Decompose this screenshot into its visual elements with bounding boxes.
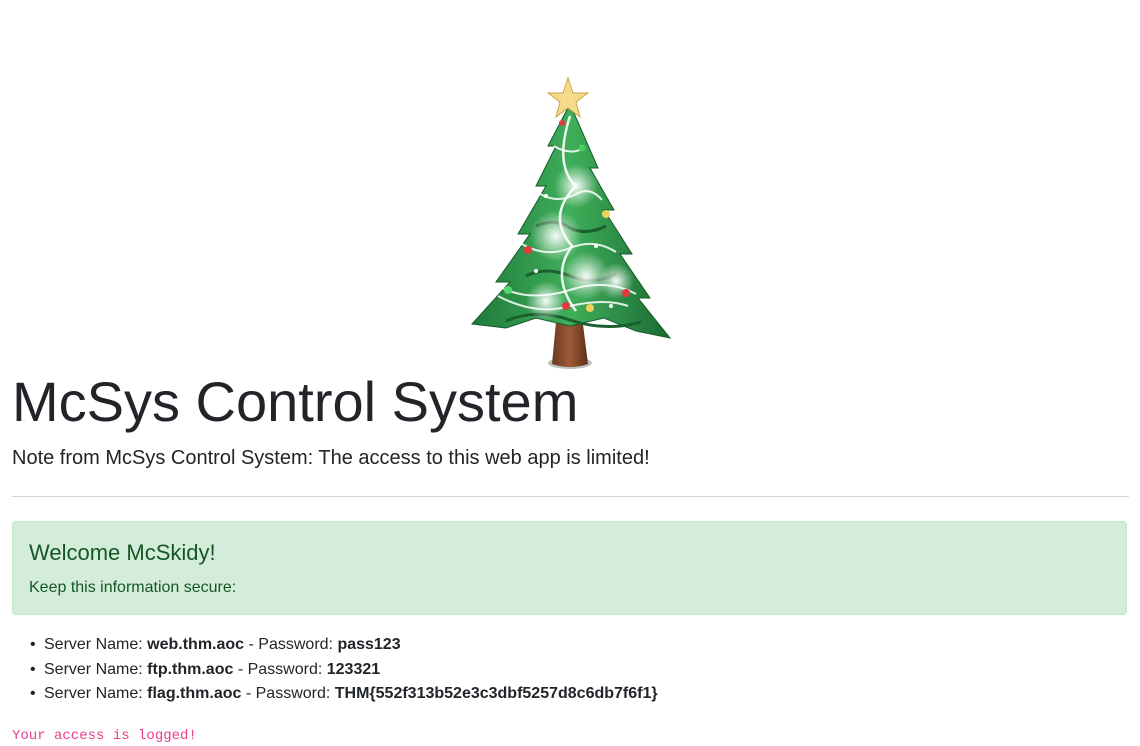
page-title: McSys Control System <box>12 370 579 433</box>
alert-text: Keep this information secure: <box>29 579 237 596</box>
server-name-label: Server Name: <box>44 685 143 702</box>
access-note: Note from McSys Control System: The acce… <box>12 447 650 469</box>
password-label: - Password: <box>248 636 333 653</box>
access-log-notice: Your access is logged! <box>12 728 197 744</box>
server-name-label: Server Name: <box>44 636 143 653</box>
server-name: ftp.thm.aoc <box>147 660 234 678</box>
christmas-tree-image <box>466 76 676 371</box>
server-password: 123321 <box>326 660 381 678</box>
server-name-label: Server Name: <box>44 660 143 678</box>
disc-bullet-icon: • <box>30 685 36 702</box>
disc-bullet-icon: • <box>30 660 36 678</box>
password-label: - Password: <box>237 660 323 678</box>
server-name: flag.thm.aoc <box>147 685 242 702</box>
list-item: • Server Name: ftp.thm.aoc - Password: 1… <box>12 658 658 683</box>
page: McSys Control System Note from McSys Con… <box>0 0 1140 746</box>
christmas-tree-icon <box>470 76 672 369</box>
disc-bullet-icon: • <box>30 636 36 653</box>
alert-heading: Welcome McSkidy! <box>29 540 216 565</box>
server-password: pass123 <box>337 636 401 653</box>
password-label: - Password: <box>245 685 331 702</box>
server-name: web.thm.aoc <box>147 636 245 653</box>
divider <box>12 496 1129 497</box>
list-item: • Server Name: flag.thm.aoc - Password: … <box>12 682 658 707</box>
list-item: • Server Name: web.thm.aoc - Password: p… <box>12 633 658 658</box>
server-list: • Server Name: web.thm.aoc - Password: p… <box>12 633 658 707</box>
welcome-alert: Welcome McSkidy! Keep this information s… <box>12 521 1127 615</box>
server-password: THM{552f313b52e3c3dbf5257d8c6db7f6f1} <box>334 685 658 702</box>
